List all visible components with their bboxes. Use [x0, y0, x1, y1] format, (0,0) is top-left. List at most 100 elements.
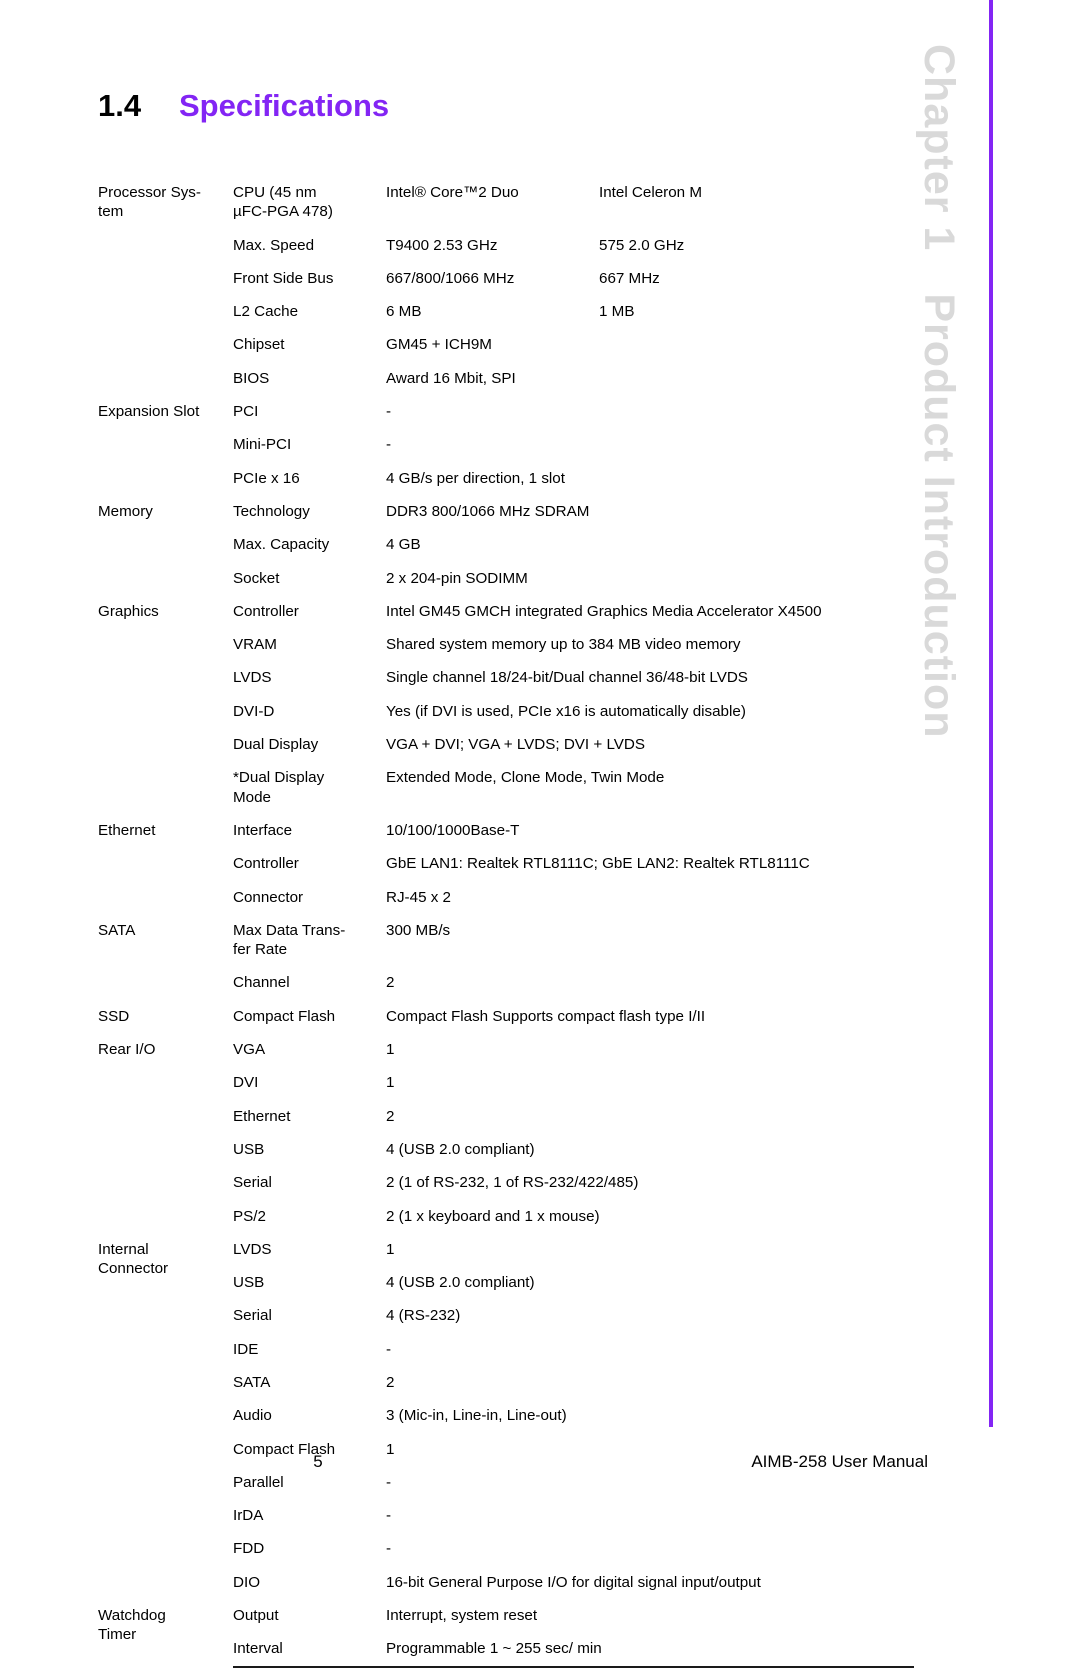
- table-value-primary: 667/800/1066 MHz: [386, 269, 515, 287]
- table-item-label: CPU (45 nm µFC-PGA 478): [233, 184, 333, 221]
- table-item-label: PCIe x 16: [233, 469, 300, 487]
- footer-manual-title: AIMB-258 User Manual: [751, 1452, 928, 1471]
- table-value: 4 GB: [386, 536, 421, 554]
- table-group-label: Processor Sys-tem: [98, 184, 201, 221]
- table-item-label: Chipset: [233, 336, 285, 354]
- table-value-secondary: 1 MB: [599, 303, 635, 321]
- table-item-label: L2 Cache: [233, 303, 299, 321]
- table-item-label: VGA: [233, 1041, 266, 1059]
- table-value: 4 GB/s per direction, 1 slot: [386, 469, 565, 487]
- table-item-label: Output: [233, 1607, 279, 1625]
- table-group-label: Watchdog Timer: [98, 1607, 166, 1644]
- table-row: Processor Sys-tem CPU (45 nm µFC-PGA 478) I…: [98, 176, 914, 229]
- footer-page-number: 5: [313, 1452, 323, 1471]
- table-value-primary: Intel® Core™2 Duo: [386, 184, 519, 201]
- table-value: 2 x 204-pin SODIMM: [386, 569, 528, 587]
- table-item-label: Serial: [233, 1307, 272, 1325]
- specifications-table: Processor Sys-tem CPU (45 nm µFC-PGA 478) I…: [98, 176, 914, 1668]
- table-value: -: [386, 1507, 392, 1525]
- table-item-label: Socket: [233, 569, 280, 587]
- table-item-label: BIOS: [233, 369, 270, 387]
- table-group-label: Graphics: [98, 602, 159, 620]
- page-footer: 5 AIMB-258 User Manual: [98, 1452, 928, 1472]
- table-row: Internal Connector LVDS 1: [98, 1233, 914, 1277]
- table-item-label: IrDA: [233, 1507, 264, 1525]
- table-value: 2 (1 of RS-232, 1 of RS-232/422/485): [386, 1174, 639, 1192]
- table-value: RJ-45 x 2: [386, 888, 451, 906]
- chapter-rail: Chapter 1Product Introduction: [915, 0, 1080, 1527]
- table-row: Memory Technology DDR3 800/1066 MHz SDRAM: [98, 495, 914, 528]
- table-item-label: SATA: [233, 1373, 271, 1391]
- table-value: Intel GM45 GMCH integrated Graphics Medi…: [386, 602, 822, 620]
- table-item-label: Interface: [233, 821, 293, 839]
- table-value-primary: T9400 2.53 GHz: [386, 236, 498, 254]
- table-value: 4 (USB 2.0 compliant): [386, 1140, 535, 1158]
- table-item-label: IDE: [233, 1340, 259, 1358]
- table-item-label: Compact Flash: [233, 1007, 336, 1025]
- table-value: Single channel 18/24-bit/Dual channel 36…: [386, 669, 748, 687]
- table-row: SATA Max Data Trans-fer Rate 300 MB/s: [98, 914, 914, 967]
- table-item-label: DVI-D: [233, 702, 275, 720]
- table-value-secondary: 575 2.0 GHz: [599, 236, 685, 254]
- table-value-secondary: Intel Celeron M: [599, 184, 702, 201]
- table-value-primary: 6 MB: [386, 303, 422, 321]
- table-group-label: Rear I/O: [98, 1041, 156, 1059]
- table-item-label: Interval: [233, 1632, 386, 1668]
- table-value: Award 16 Mbit, SPI: [386, 369, 516, 387]
- table-value: 4 (RS-232): [386, 1307, 461, 1325]
- table-group-label: Memory: [98, 502, 153, 520]
- section-number: 1.4: [98, 88, 142, 123]
- table-value: 2: [386, 1373, 395, 1391]
- table-value: 2 (1 x keyboard and 1 x mouse): [386, 1207, 600, 1225]
- table-value: Yes (if DVI is used, PCIe x16 is automat…: [386, 702, 746, 720]
- table-item-label: PS/2: [233, 1207, 266, 1225]
- table-item-label: Serial: [233, 1174, 272, 1192]
- chapter-accent-rule: [989, 0, 993, 1427]
- table-group-label: Ethernet: [98, 821, 156, 839]
- section-title: Specifications: [179, 88, 390, 123]
- table-value: 300 MB/s: [386, 921, 451, 939]
- table-item-label: *Dual Display Mode: [233, 769, 325, 806]
- table-item-label: PCI: [233, 403, 259, 421]
- table-row: SSD Compact Flash Compact Flash Supports c…: [98, 1000, 914, 1033]
- table-value: -: [386, 1340, 392, 1358]
- table-item-label: LVDS: [233, 1240, 272, 1258]
- specifications-table-body: Processor Sys-tem CPU (45 nm µFC-PGA 478) I…: [98, 176, 914, 1668]
- table-value: -: [386, 436, 392, 454]
- page-title: 1.4 Specifications: [98, 88, 389, 124]
- table-value: -: [386, 1540, 392, 1558]
- table-group-label: Internal Connector: [98, 1240, 169, 1278]
- table-value: 1: [386, 1041, 395, 1059]
- table-value: 10/100/1000Base-T: [386, 821, 520, 839]
- table-row: Ethernet Interface 10/100/1000Base-T: [98, 814, 914, 847]
- table-item-label: Max. Capacity: [233, 536, 330, 554]
- table-value: 1: [386, 1240, 395, 1258]
- table-item-label: DIO: [233, 1573, 261, 1591]
- table-value: Shared system memory up to 384 MB video …: [386, 636, 741, 654]
- table-item-label: Channel: [233, 974, 290, 992]
- table-value: 4 (USB 2.0 compliant): [386, 1274, 535, 1292]
- table-item-label: Max. Speed: [233, 236, 315, 254]
- table-value: DDR3 800/1066 MHz SDRAM: [386, 502, 590, 520]
- table-item-label: USB: [233, 1274, 265, 1292]
- table-item-label: Connector: [233, 888, 304, 906]
- table-value: Interrupt, system reset: [386, 1607, 538, 1625]
- table-item-label: Dual Display: [233, 736, 319, 754]
- table-item-label: Mini-PCI: [233, 436, 292, 454]
- table-value: 3 (Mic-in, Line-in, Line-out): [386, 1407, 567, 1425]
- table-row: Expansion Slot PCI -: [98, 395, 914, 428]
- table-item-label: Max Data Trans-fer Rate: [233, 921, 346, 959]
- table-row: Watchdog Timer Output Interrupt, system res…: [98, 1599, 914, 1643]
- table-item-label: LVDS: [233, 669, 272, 687]
- table-value: 16-bit General Purpose I/O for digital s…: [386, 1573, 761, 1591]
- table-value: 2: [386, 974, 395, 992]
- table-row: Graphics Controller Intel GM45 GMCH integr…: [98, 595, 914, 628]
- table-item-label: USB: [233, 1140, 265, 1158]
- table-item-label: VRAM: [233, 636, 277, 654]
- table-value: Programmable 1 ~ 255 sec/ min: [386, 1632, 914, 1668]
- table-item-label: FDD: [233, 1540, 265, 1558]
- table-group-label: SATA: [98, 921, 136, 939]
- table-item-label: Audio: [233, 1407, 272, 1425]
- table-item-label: DVI: [233, 1074, 259, 1092]
- table-group-label: SSD: [98, 1007, 130, 1025]
